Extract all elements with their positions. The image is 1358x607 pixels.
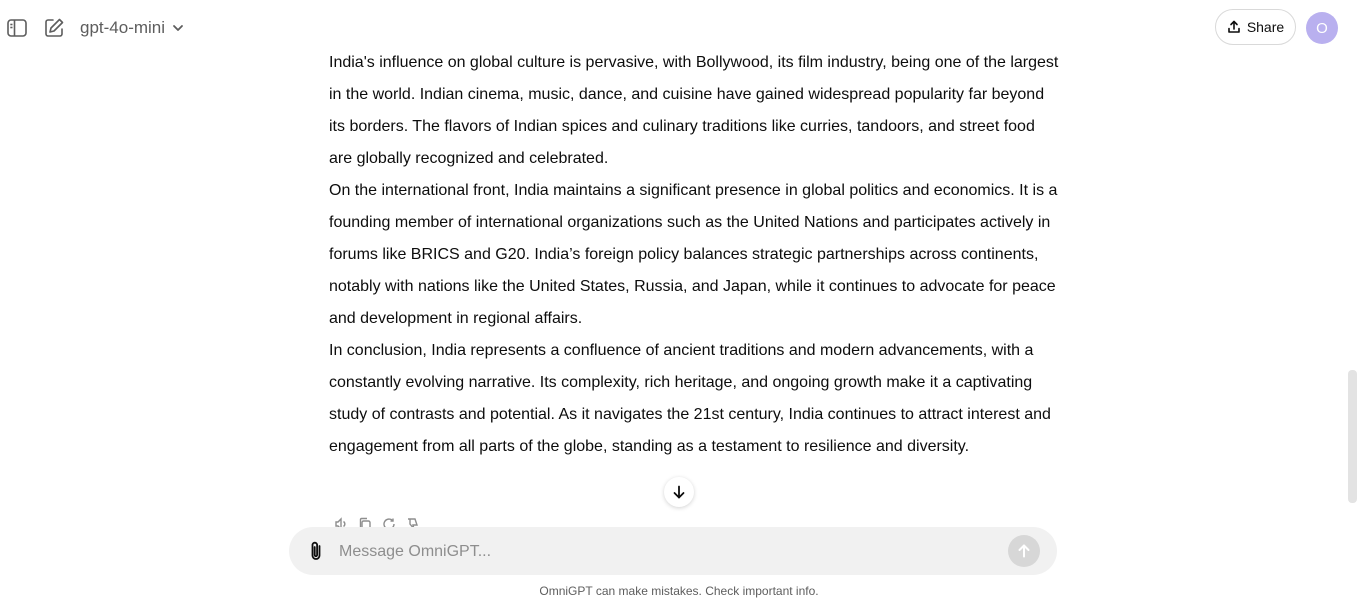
scroll-to-bottom-button[interactable] <box>664 477 694 507</box>
avatar[interactable]: O <box>1306 12 1338 44</box>
attach-icon[interactable] <box>305 539 327 563</box>
message-paragraph: India's influence on global culture is p… <box>329 54 1059 167</box>
share-button[interactable]: Share <box>1215 9 1296 45</box>
send-button[interactable] <box>1008 535 1040 567</box>
sidebar-toggle-icon[interactable] <box>5 16 29 40</box>
message-composer <box>289 527 1057 575</box>
scrollbar-thumb[interactable] <box>1348 370 1357 503</box>
dislike-icon[interactable] <box>406 517 420 527</box>
arrow-down-icon <box>673 485 685 499</box>
message-paragraph: On the international front, India mainta… <box>329 182 1058 327</box>
assistant-message: India's influence on global culture is p… <box>329 47 1059 463</box>
regenerate-icon[interactable] <box>382 517 396 527</box>
message-actions <box>334 517 420 527</box>
disclaimer: OmniGPT can make mistakes. Check importa… <box>539 584 819 598</box>
new-chat-icon[interactable] <box>42 16 66 40</box>
share-label: Share <box>1246 19 1285 35</box>
model-name: gpt-4o-mini <box>80 18 166 37</box>
chevron-down-icon <box>173 25 183 31</box>
avatar-initial: O <box>1316 19 1328 37</box>
message-input[interactable] <box>337 537 1001 567</box>
copy-icon[interactable] <box>358 517 372 527</box>
arrow-up-icon <box>1018 544 1030 558</box>
message-paragraph: In conclusion, India represents a conflu… <box>329 342 1051 455</box>
share-icon <box>1228 20 1240 33</box>
model-selector[interactable]: gpt-4o-mini <box>80 15 185 41</box>
speaker-icon[interactable] <box>334 517 348 527</box>
